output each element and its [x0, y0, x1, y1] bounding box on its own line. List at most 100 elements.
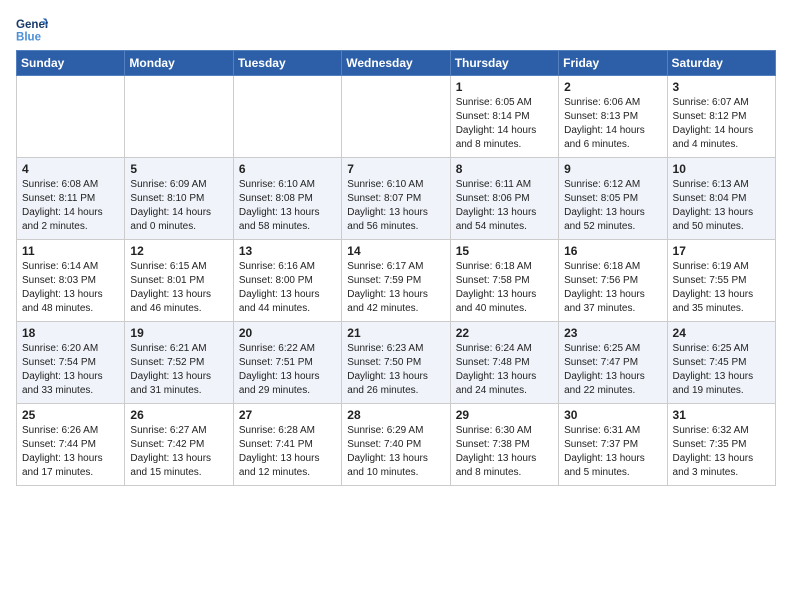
week-row-3: 18 Sunrise: 6:20 AM Sunset: 7:54 PM Dayli… — [17, 322, 776, 404]
day-number: 6 — [239, 162, 336, 176]
calendar-cell: 4Sunrise: 6:08 AM Sunset: 8:11 PM Daylig… — [17, 158, 125, 240]
calendar-cell: 24Sunrise: 6:25 AM Sunset: 7:45 PM Dayli… — [667, 322, 775, 404]
calendar-cell: 21Sunrise: 6:23 AM Sunset: 7:50 PM Dayli… — [342, 322, 450, 404]
cell-text: Sunrise: 6:15 AM Sunset: 8:01 PM Dayligh… — [130, 260, 227, 316]
header-cell-monday: Monday — [125, 51, 233, 76]
cell-text: Sunrise: 6:13 AM Sunset: 8:04 PM Dayligh… — [673, 178, 770, 234]
day-number: 26 — [130, 408, 227, 422]
day-number: 17 — [673, 244, 770, 258]
calendar-cell: 23Sunrise: 6:25 AM Sunset: 7:47 PM Dayli… — [559, 322, 667, 404]
cell-text: Sunrise: 6:25 AM Sunset: 7:47 PM Dayligh… — [564, 342, 661, 398]
header-cell-friday: Friday — [559, 51, 667, 76]
cell-text: Sunrise: 6:25 AM Sunset: 7:45 PM Dayligh… — [673, 342, 770, 398]
cell-text: Sunrise: 6:27 AM Sunset: 7:42 PM Dayligh… — [130, 424, 227, 480]
day-number: 30 — [564, 408, 661, 422]
calendar-cell: 17Sunrise: 6:19 AM Sunset: 7:55 PM Dayli… — [667, 240, 775, 322]
header-cell-sunday: Sunday — [17, 51, 125, 76]
cell-text: Sunrise: 6:30 AM Sunset: 7:38 PM Dayligh… — [456, 424, 553, 480]
cell-text: Sunrise: 6:23 AM Sunset: 7:50 PM Dayligh… — [347, 342, 444, 398]
calendar-cell: 28 Sunrise: 6:29 AM Sunset: 7:40 PM Dayli… — [342, 404, 450, 486]
week-row-1: 4Sunrise: 6:08 AM Sunset: 8:11 PM Daylig… — [17, 158, 776, 240]
calendar-table: SundayMondayTuesdayWednesdayThursdayFrid… — [16, 50, 776, 486]
day-number: 5 — [130, 162, 227, 176]
day-number: 27 — [239, 408, 336, 422]
cell-text: Sunrise: 6:09 AM Sunset: 8:10 PM Dayligh… — [130, 178, 227, 234]
logo: General Blue — [16, 14, 52, 46]
cell-text: Sunrise: 6:18 AM Sunset: 7:58 PM Dayligh… — [456, 260, 553, 316]
cell-text: Sunrise: 6:10 AM Sunset: 8:07 PM Dayligh… — [347, 178, 444, 234]
cell-text: Sunrise: 6:05 AM Sunset: 8:14 PM Dayligh… — [456, 96, 553, 152]
calendar-cell: 3Sunrise: 6:07 AM Sunset: 8:12 PM Daylig… — [667, 76, 775, 158]
day-number: 2 — [564, 80, 661, 94]
day-number: 31 — [673, 408, 770, 422]
cell-text: Sunrise: 6:28 AM Sunset: 7:41 PM Dayligh… — [239, 424, 336, 480]
cell-text: Sunrise: 6:20 AM Sunset: 7:54 PM Dayligh… — [22, 342, 119, 398]
cell-text: Sunrise: 6:18 AM Sunset: 7:56 PM Dayligh… — [564, 260, 661, 316]
calendar-cell: 2 Sunrise: 6:06 AM Sunset: 8:13 PM Daylig… — [559, 76, 667, 158]
day-number: 19 — [130, 326, 227, 340]
cell-text: Sunrise: 6:17 AM Sunset: 7:59 PM Dayligh… — [347, 260, 444, 316]
day-number: 18 — [22, 326, 119, 340]
svg-text:General: General — [16, 19, 48, 31]
header-row: SundayMondayTuesdayWednesdayThursdayFrid… — [17, 51, 776, 76]
day-number: 29 — [456, 408, 553, 422]
day-number: 16 — [564, 244, 661, 258]
cell-text: Sunrise: 6:11 AM Sunset: 8:06 PM Dayligh… — [456, 178, 553, 234]
day-number: 14 — [347, 244, 444, 258]
calendar-cell: 30 Sunrise: 6:31 AM Sunset: 7:37 PM Dayli… — [559, 404, 667, 486]
cell-text: Sunrise: 6:21 AM Sunset: 7:52 PM Dayligh… — [130, 342, 227, 398]
cell-text: Sunrise: 6:32 AM Sunset: 7:35 PM Dayligh… — [673, 424, 770, 480]
calendar-cell: 29 Sunrise: 6:30 AM Sunset: 7:38 PM Dayli… — [450, 404, 558, 486]
day-number: 11 — [22, 244, 119, 258]
calendar-body: 1 Sunrise: 6:05 AM Sunset: 8:14 PM Daylig… — [17, 76, 776, 486]
day-number: 1 — [456, 80, 553, 94]
cell-text: Sunrise: 6:06 AM Sunset: 8:13 PM Dayligh… — [564, 96, 661, 152]
calendar-cell: 25Sunrise: 6:26 AM Sunset: 7:44 PM Dayli… — [17, 404, 125, 486]
cell-text: Sunrise: 6:31 AM Sunset: 7:37 PM Dayligh… — [564, 424, 661, 480]
day-number: 12 — [130, 244, 227, 258]
day-number: 15 — [456, 244, 553, 258]
cell-text: Sunrise: 6:29 AM Sunset: 7:40 PM Dayligh… — [347, 424, 444, 480]
calendar-cell: 12 Sunrise: 6:15 AM Sunset: 8:01 PM Dayli… — [125, 240, 233, 322]
calendar-cell: 22Sunrise: 6:24 AM Sunset: 7:48 PM Dayli… — [450, 322, 558, 404]
calendar-cell: 6 Sunrise: 6:10 AM Sunset: 8:08 PM Daylig… — [233, 158, 341, 240]
cell-text: Sunrise: 6:24 AM Sunset: 7:48 PM Dayligh… — [456, 342, 553, 398]
calendar-cell: 7Sunrise: 6:10 AM Sunset: 8:07 PM Daylig… — [342, 158, 450, 240]
day-number: 25 — [22, 408, 119, 422]
day-number: 28 — [347, 408, 444, 422]
header-cell-thursday: Thursday — [450, 51, 558, 76]
calendar-cell — [125, 76, 233, 158]
calendar-cell: 19 Sunrise: 6:21 AM Sunset: 7:52 PM Dayli… — [125, 322, 233, 404]
calendar-cell: 14 Sunrise: 6:17 AM Sunset: 7:59 PM Dayli… — [342, 240, 450, 322]
header-cell-saturday: Saturday — [667, 51, 775, 76]
page: General Blue SundayMondayTuesdayWednesda… — [0, 0, 792, 496]
cell-text: Sunrise: 6:14 AM Sunset: 8:03 PM Dayligh… — [22, 260, 119, 316]
calendar-cell: 18 Sunrise: 6:20 AM Sunset: 7:54 PM Dayli… — [17, 322, 125, 404]
cell-text: Sunrise: 6:10 AM Sunset: 8:08 PM Dayligh… — [239, 178, 336, 234]
cell-text: Sunrise: 6:22 AM Sunset: 7:51 PM Dayligh… — [239, 342, 336, 398]
calendar-cell: 16 Sunrise: 6:18 AM Sunset: 7:56 PM Dayli… — [559, 240, 667, 322]
calendar-header: SundayMondayTuesdayWednesdayThursdayFrid… — [17, 51, 776, 76]
day-number: 10 — [673, 162, 770, 176]
calendar-cell: 13 Sunrise: 6:16 AM Sunset: 8:00 PM Dayli… — [233, 240, 341, 322]
calendar-cell: 20Sunrise: 6:22 AM Sunset: 7:51 PM Dayli… — [233, 322, 341, 404]
calendar-cell: 8Sunrise: 6:11 AM Sunset: 8:06 PM Daylig… — [450, 158, 558, 240]
calendar-cell: 1 Sunrise: 6:05 AM Sunset: 8:14 PM Daylig… — [450, 76, 558, 158]
calendar-cell — [17, 76, 125, 158]
calendar-cell — [233, 76, 341, 158]
logo-icon: General Blue — [16, 14, 48, 46]
cell-text: Sunrise: 6:16 AM Sunset: 8:00 PM Dayligh… — [239, 260, 336, 316]
svg-text:Blue: Blue — [16, 32, 42, 44]
header-cell-wednesday: Wednesday — [342, 51, 450, 76]
calendar-cell: 31 Sunrise: 6:32 AM Sunset: 7:35 PM Dayli… — [667, 404, 775, 486]
week-row-0: 1 Sunrise: 6:05 AM Sunset: 8:14 PM Daylig… — [17, 76, 776, 158]
day-number: 13 — [239, 244, 336, 258]
calendar-cell: 26 Sunrise: 6:27 AM Sunset: 7:42 PM Dayli… — [125, 404, 233, 486]
week-row-4: 25Sunrise: 6:26 AM Sunset: 7:44 PM Dayli… — [17, 404, 776, 486]
header-cell-tuesday: Tuesday — [233, 51, 341, 76]
calendar-cell: 15 Sunrise: 6:18 AM Sunset: 7:58 PM Dayli… — [450, 240, 558, 322]
header: General Blue — [16, 10, 776, 46]
day-number: 3 — [673, 80, 770, 94]
calendar-cell: 5 Sunrise: 6:09 AM Sunset: 8:10 PM Daylig… — [125, 158, 233, 240]
day-number: 9 — [564, 162, 661, 176]
